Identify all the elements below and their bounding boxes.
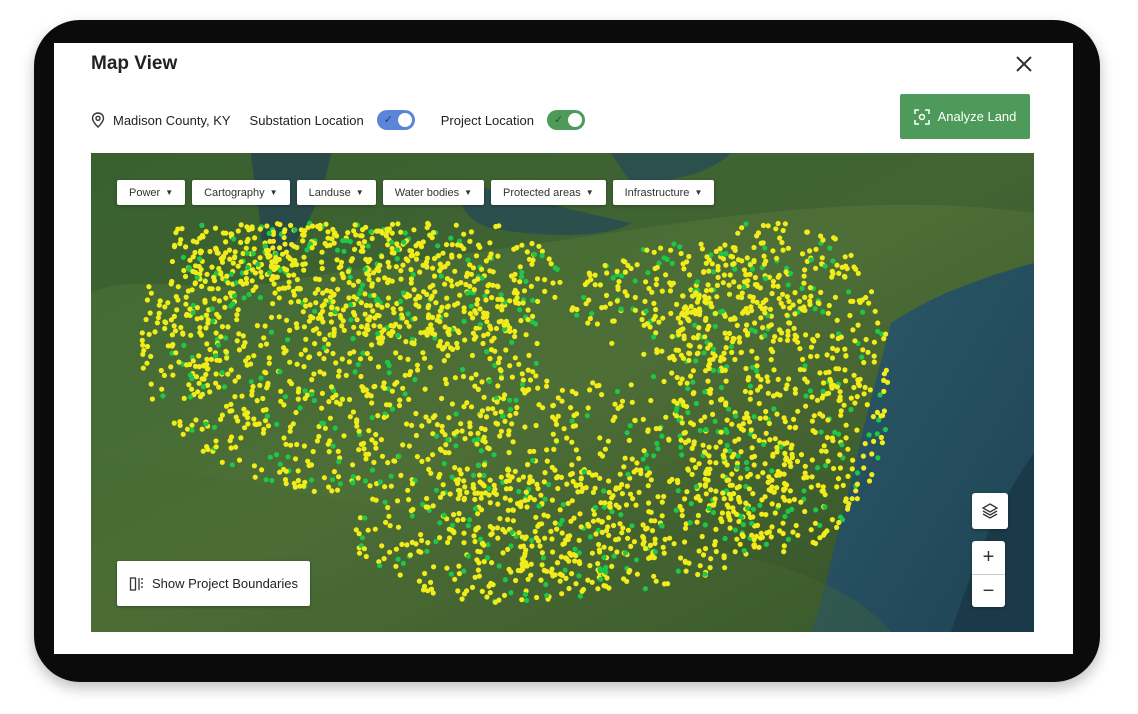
layers-icon: [981, 503, 999, 519]
caret-down-icon: ▼: [464, 188, 473, 197]
check-icon: ✓: [553, 114, 564, 126]
caret-down-icon: ▼: [355, 188, 364, 197]
project-location-toggle[interactable]: ✓: [546, 110, 585, 130]
filter-infrastructure[interactable]: Infrastructure ▼: [612, 180, 715, 205]
zoom-in-button[interactable]: +: [972, 541, 1005, 574]
show-project-boundaries-label: Show Project Boundaries: [152, 576, 298, 591]
filter-protected-areas[interactable]: Protected areas ▼: [491, 180, 606, 205]
caret-down-icon: ▼: [694, 188, 703, 197]
zoom-control: + −: [972, 541, 1005, 607]
caret-down-icon: ▼: [165, 188, 174, 197]
map-view-modal: Map View Madison County, KY Substation L…: [54, 43, 1073, 654]
location-label: Madison County, KY: [113, 112, 231, 128]
layers-button[interactable]: [972, 493, 1008, 529]
filter-label: Power: [129, 186, 161, 199]
map-filter-bar: Power ▼ Cartography ▼ Landuse ▼ Water bodies ▼ P…: [117, 180, 715, 205]
show-project-boundaries-button[interactable]: Show Project Boundaries: [117, 561, 310, 606]
filter-label: Infrastructure: [624, 186, 690, 199]
project-location-label: Project Location: [440, 112, 534, 128]
substation-location-toggle[interactable]: ✓: [376, 110, 415, 130]
modal-title: Map View: [91, 53, 178, 74]
split-panel-icon: [129, 576, 143, 591]
filter-cartography[interactable]: Cartography ▼: [192, 180, 290, 205]
filter-landuse[interactable]: Landuse ▼: [296, 180, 376, 205]
location-pin-icon: [91, 112, 105, 128]
caret-down-icon: ▼: [585, 188, 594, 197]
close-icon[interactable]: [1011, 51, 1037, 77]
filter-power[interactable]: Power ▼: [117, 180, 186, 205]
analyze-land-button[interactable]: Analyze Land: [900, 94, 1030, 139]
filter-label: Water bodies: [394, 186, 460, 199]
map-canvas[interactable]: Power ▼ Cartography ▼ Landuse ▼ Water bodies ▼ P…: [91, 153, 1034, 632]
map-toolbar: Madison County, KY Substation Location ✓…: [91, 109, 585, 131]
caret-down-icon: ▼: [269, 188, 278, 197]
filter-label: Cartography: [204, 186, 265, 199]
scan-icon: [913, 108, 930, 125]
filter-label: Landuse: [308, 186, 351, 199]
filter-label: Protected areas: [503, 186, 581, 199]
check-icon: ✓: [383, 114, 393, 126]
filter-water-bodies[interactable]: Water bodies ▼: [382, 180, 485, 205]
substation-location-label: Substation Location: [249, 112, 364, 128]
zoom-out-button[interactable]: −: [972, 575, 1005, 608]
analyze-land-label: Analyze Land: [937, 109, 1017, 124]
